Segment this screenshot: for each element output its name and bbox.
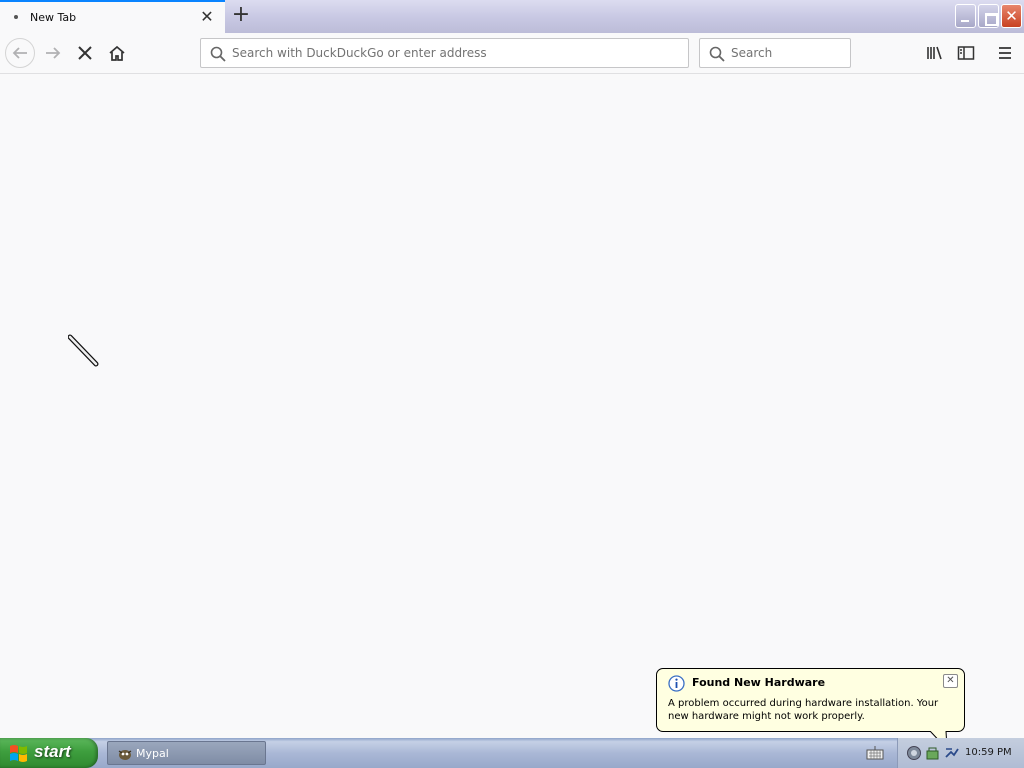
tab-strip: New Tab ✕ + ✕ bbox=[0, 0, 1024, 33]
balloon-close-button[interactable]: ✕ bbox=[943, 674, 958, 688]
stop-icon bbox=[78, 46, 92, 60]
search-icon bbox=[210, 46, 226, 62]
menu-button[interactable] bbox=[990, 38, 1020, 68]
info-icon bbox=[668, 675, 685, 692]
taskbar-item-label: Mypal bbox=[136, 747, 169, 760]
busy-cursor-icon bbox=[68, 334, 99, 367]
found-new-hardware-balloon[interactable]: Found New Hardware ✕ A problem occurred … bbox=[656, 668, 965, 732]
home-icon bbox=[109, 45, 125, 61]
close-icon: ✕ bbox=[1005, 7, 1018, 25]
volume-icon[interactable] bbox=[906, 745, 922, 761]
minimize-button[interactable] bbox=[955, 4, 976, 28]
tab-favicon-icon bbox=[14, 15, 18, 19]
new-tab-button[interactable]: + bbox=[230, 4, 252, 27]
search-icon bbox=[709, 46, 725, 62]
taskbar: start Mypal 10:59 PM bbox=[0, 738, 1024, 768]
language-bar-keyboard-icon[interactable] bbox=[866, 745, 884, 761]
restore-button[interactable] bbox=[978, 4, 999, 28]
library-icon bbox=[927, 46, 942, 60]
hamburger-menu-icon bbox=[999, 47, 1011, 59]
system-tray: 10:59 PM bbox=[897, 738, 1024, 768]
forward-button[interactable] bbox=[38, 38, 68, 68]
tab-new-tab[interactable]: New Tab ✕ bbox=[0, 0, 225, 33]
sidebar-button[interactable] bbox=[951, 38, 981, 68]
search-placeholder: Search bbox=[731, 46, 773, 60]
balloon-message: A problem occurred during hardware insta… bbox=[668, 698, 939, 722]
minimize-icon bbox=[956, 5, 975, 27]
close-window-button[interactable]: ✕ bbox=[1001, 4, 1022, 28]
page-content bbox=[0, 75, 1024, 738]
search-input[interactable]: Search bbox=[699, 38, 851, 68]
library-button[interactable] bbox=[920, 38, 950, 68]
back-button[interactable] bbox=[5, 38, 35, 68]
found-new-hardware-icon[interactable] bbox=[944, 745, 960, 761]
navigation-toolbar: Search with DuckDuckGo or enter address … bbox=[0, 33, 1024, 74]
taskbar-item-mypal[interactable]: Mypal bbox=[107, 741, 266, 765]
safely-remove-hardware-icon[interactable] bbox=[925, 745, 941, 761]
mypal-app-icon bbox=[118, 750, 132, 760]
stop-button[interactable] bbox=[70, 38, 100, 68]
restore-icon bbox=[979, 5, 998, 27]
sidebar-icon bbox=[957, 46, 975, 60]
address-placeholder: Search with DuckDuckGo or enter address bbox=[232, 46, 487, 60]
tab-close-icon[interactable]: ✕ bbox=[199, 9, 215, 25]
tab-title: New Tab bbox=[30, 11, 77, 24]
clock[interactable]: 10:59 PM bbox=[965, 747, 1012, 758]
balloon-title: Found New Hardware bbox=[692, 676, 826, 689]
start-label: start bbox=[34, 742, 71, 761]
start-button[interactable]: start bbox=[0, 738, 98, 768]
address-bar[interactable]: Search with DuckDuckGo or enter address bbox=[200, 38, 689, 68]
home-button[interactable] bbox=[102, 38, 132, 68]
windows-logo-icon bbox=[10, 745, 27, 762]
back-arrow-icon bbox=[12, 47, 27, 59]
forward-arrow-icon bbox=[46, 47, 61, 59]
